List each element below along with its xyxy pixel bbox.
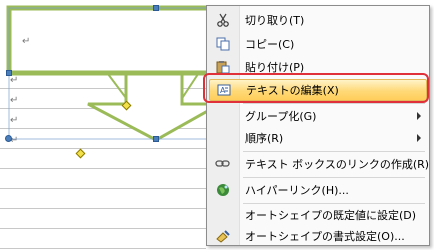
menu-item-label: ハイパーリンク(H)... [245,184,349,197]
format-shape-icon [209,225,237,247]
submenu-arrow-icon [417,134,421,142]
menu-item-label: オートシェイプの既定値に設定(D) [245,209,417,222]
menu-separator [243,177,425,178]
resize-handle-bottom-middle[interactable] [153,136,159,142]
context-menu: 切り取り(T) コピー(C) 貼り付け(P) A テキストの編集(X) グループ… [206,5,430,246]
menu-item-label: グループ化(G) [245,110,317,123]
scissors-icon [209,9,237,31]
menu-item-hyperlink[interactable]: ハイパーリンク(H)... [209,179,427,201]
menu-item-label: コピー(C) [245,38,295,51]
menu-item-cut[interactable]: 切り取り(T) [209,9,427,31]
menu-item-label: 切り取り(T) [245,14,305,27]
globe-icon [209,179,237,201]
menu-item-textbox-link[interactable]: テキスト ボックスのリンクの作成(R) [209,153,430,175]
chain-link-icon [209,153,237,175]
menu-item-group[interactable]: グループ化(G) [209,105,427,127]
set-default-icon-space [209,204,237,226]
menu-item-format-shape[interactable]: オートシェイプの書式設定(O)... [209,225,427,247]
highlight-annotation-ring [203,73,429,103]
order-item-icon-space [209,127,237,149]
menu-item-label: テキスト ボックスのリンクの作成(R) [245,158,430,171]
menu-item-label: オートシェイプの書式設定(O)... [245,230,405,243]
resize-handle-top-middle[interactable] [153,5,159,11]
submenu-arrow-icon [417,112,421,120]
copy-icon [209,33,237,55]
menu-separator [243,103,425,104]
menu-item-copy[interactable]: コピー(C) [209,33,427,55]
resize-handle-bottom-left[interactable] [5,135,12,142]
resize-handle-middle-left[interactable] [6,70,12,76]
menu-item-label: 順序(R) [245,132,284,145]
group-item-icon-space [209,105,237,127]
menu-item-set-default[interactable]: オートシェイプの既定値に設定(D) [209,204,427,226]
menu-separator [243,151,425,152]
menu-item-order[interactable]: 順序(R) [209,127,427,149]
